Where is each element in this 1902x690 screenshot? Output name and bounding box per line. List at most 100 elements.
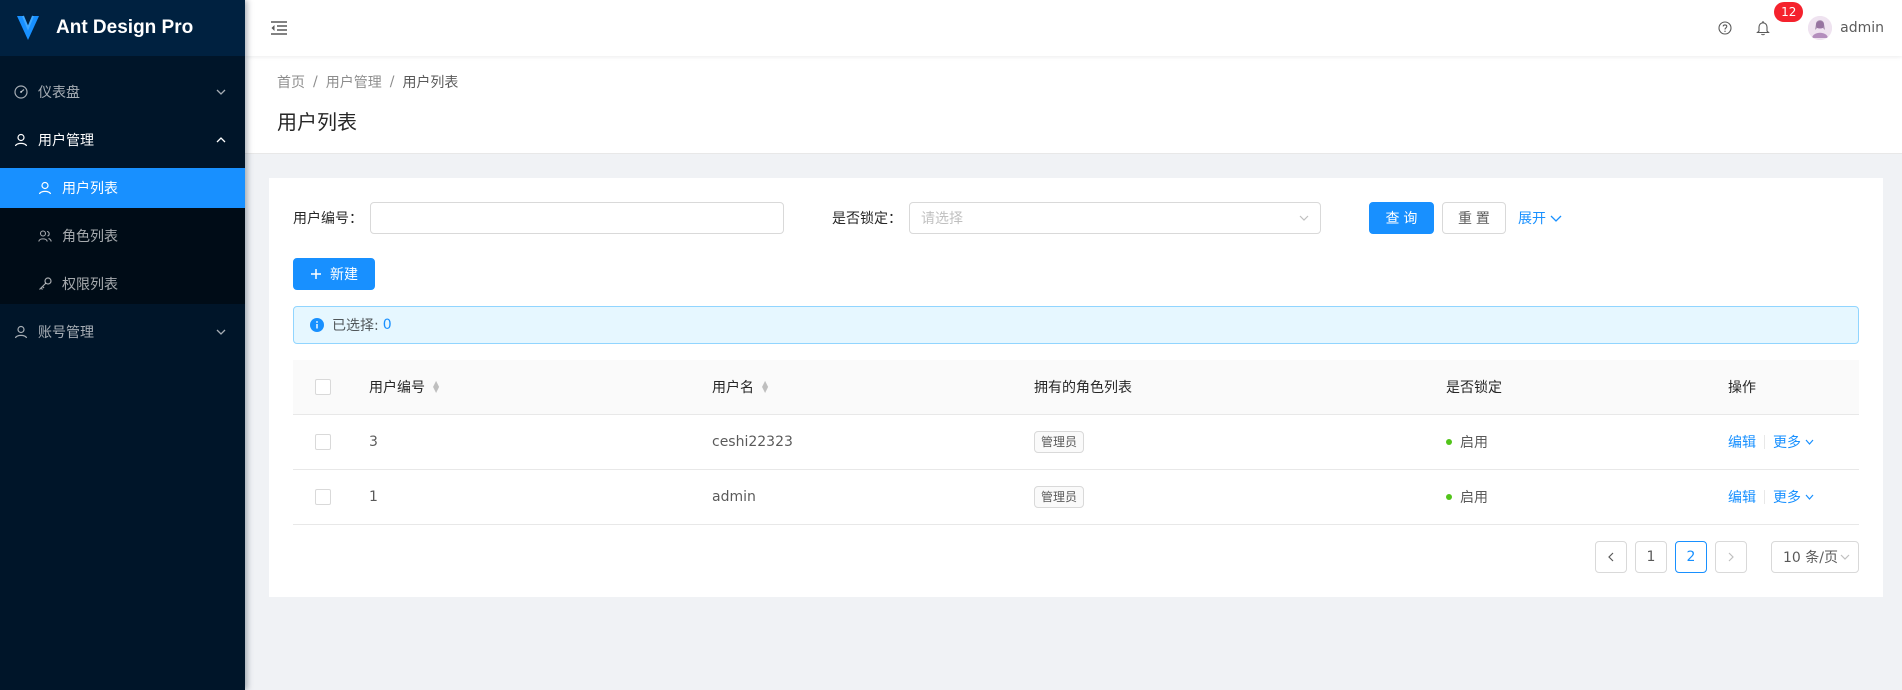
chevron-down-icon — [1805, 494, 1814, 500]
cell-actions: 编辑 更多 — [1712, 487, 1859, 507]
edit-link[interactable]: 编辑 — [1728, 432, 1756, 452]
cell-user-id: 1 — [369, 489, 378, 505]
chevron-left-icon — [1608, 552, 1614, 562]
sidebar-item-user-management[interactable]: 用户管理 — [0, 120, 245, 160]
ant-logo-icon — [14, 14, 42, 42]
breadcrumb: 首页 / 用户管理 / 用户列表 — [277, 72, 1870, 92]
sidebar-item-permission-list[interactable]: 权限列表 — [0, 264, 245, 304]
sidebar-item-dashboard[interactable]: 仪表盘 — [0, 72, 245, 112]
info-circle-icon — [310, 318, 324, 332]
sidebar-item-label: 用户管理 — [38, 133, 94, 149]
avatar — [1808, 16, 1833, 40]
locked-label: 是否锁定： — [832, 211, 902, 227]
column-header-roles: 拥有的角色列表 — [1018, 377, 1430, 397]
table-row: 3 ceshi22323 管理员 启用 编辑 更多 — [293, 415, 1859, 470]
status-dot — [1446, 439, 1452, 445]
content: 用户编号： 是否锁定： 请选择 查 询 重 置 展开 新建 已选择: 0 用户编… — [245, 154, 1902, 621]
app-root: Ant Design Pro 仪表盘 用户管理 用户列表 角色列表 权限列表 账… — [0, 0, 1902, 690]
notification-button[interactable]: 12 — [1744, 0, 1804, 56]
column-header-label: 是否锁定 — [1446, 380, 1502, 396]
chevron-down-icon — [215, 326, 227, 338]
column-header-label: 拥有的角色列表 — [1034, 380, 1132, 396]
query-button[interactable]: 查 询 — [1369, 202, 1434, 234]
user-id-input[interactable] — [370, 202, 784, 234]
row-checkbox-cell — [293, 489, 353, 505]
column-header-label: 用户名 — [712, 380, 754, 396]
role-tag: 管理员 — [1034, 486, 1085, 508]
row-checkbox[interactable] — [315, 434, 331, 450]
cell-actions: 编辑 更多 — [1712, 432, 1859, 452]
user-menu[interactable]: admin — [1796, 0, 1884, 56]
column-header-username[interactable]: 用户名 ▲ ▼ — [696, 377, 1018, 397]
row-checkbox[interactable] — [315, 489, 331, 505]
plus-icon — [310, 268, 322, 280]
side-menu: 仪表盘 用户管理 用户列表 角色列表 权限列表 账号管理 — [0, 56, 245, 352]
expand-link[interactable]: 展开 — [1518, 208, 1562, 228]
pagination-next[interactable] — [1715, 541, 1748, 573]
column-header-locked: 是否锁定 — [1430, 377, 1712, 397]
column-header-label: 用户编号 — [369, 380, 425, 396]
chevron-down-icon — [1805, 439, 1814, 445]
breadcrumb-separator: / — [389, 74, 395, 90]
top-header: 12 admin — [245, 0, 1902, 56]
key-icon — [38, 277, 52, 291]
cell-locked: 启用 — [1430, 432, 1712, 452]
sort-icon[interactable]: ▲ ▼ — [762, 380, 768, 394]
page-size-value: 10 条/页 — [1783, 550, 1838, 566]
sidebar-item-label: 账号管理 — [38, 325, 94, 341]
logo[interactable]: Ant Design Pro — [0, 0, 245, 56]
main-area: 12 admin 首页 / 用户管理 / 用户列表 用户列表 用户编号： 是否锁… — [245, 0, 1902, 690]
search-form: 用户编号： 是否锁定： 请选择 查 询 重 置 展开 — [293, 202, 1859, 234]
locked-select[interactable]: 请选择 — [909, 202, 1321, 234]
bell-icon — [1756, 20, 1770, 36]
sidebar-item-role-list[interactable]: 角色列表 — [0, 216, 245, 256]
table-toolbar: 新建 — [293, 258, 1859, 290]
column-header-user-id[interactable]: 用户编号 ▲ ▼ — [353, 377, 696, 397]
sidebar-item-label: 用户列表 — [62, 181, 118, 197]
page-size-select[interactable]: 10 条/页 — [1771, 541, 1859, 573]
sidebar-item-label: 仪表盘 — [38, 85, 80, 101]
user-icon — [14, 325, 28, 339]
sidebar-item-account-management[interactable]: 账号管理 — [0, 312, 245, 352]
reset-button[interactable]: 重 置 — [1442, 202, 1506, 234]
status-text: 启用 — [1460, 490, 1488, 506]
cell-roles: 管理员 — [1018, 431, 1430, 453]
more-label: 更多 — [1773, 435, 1801, 451]
sidebar: Ant Design Pro 仪表盘 用户管理 用户列表 角色列表 权限列表 账… — [0, 0, 245, 690]
pagination-page-2[interactable]: 2 — [1675, 541, 1708, 573]
sidebar-item-label: 权限列表 — [62, 277, 118, 293]
question-circle-icon[interactable] — [1706, 0, 1744, 56]
more-dropdown[interactable]: 更多 — [1773, 487, 1814, 507]
chevron-right-icon — [1728, 552, 1734, 562]
breadcrumb-item-home[interactable]: 首页 — [277, 72, 305, 92]
breadcrumb-item-current: 用户列表 — [402, 75, 459, 91]
table-card: 用户编号： 是否锁定： 请选择 查 询 重 置 展开 新建 已选择: 0 用户编… — [269, 178, 1883, 597]
edit-link[interactable]: 编辑 — [1728, 487, 1756, 507]
more-dropdown[interactable]: 更多 — [1773, 432, 1814, 452]
sort-icon[interactable]: ▲ ▼ — [433, 380, 439, 394]
chevron-down-icon — [1299, 215, 1309, 221]
cell-roles: 管理员 — [1018, 486, 1430, 508]
page-header: 首页 / 用户管理 / 用户列表 用户列表 — [245, 56, 1902, 154]
new-button[interactable]: 新建 — [293, 258, 375, 290]
pagination-page-1[interactable]: 1 — [1635, 541, 1668, 573]
chevron-down-icon — [1840, 554, 1850, 560]
selection-count: 0 — [382, 317, 392, 333]
team-icon — [38, 229, 52, 243]
pagination-prev[interactable] — [1595, 541, 1628, 573]
header-actions: 12 admin — [1706, 0, 1884, 56]
app-title: Ant Design Pro — [56, 17, 194, 38]
column-header-actions: 操作 — [1712, 377, 1859, 397]
user-id-label: 用户编号： — [293, 211, 363, 227]
role-tag: 管理员 — [1034, 431, 1085, 453]
cell-username: admin — [712, 489, 756, 505]
cell-locked: 启用 — [1430, 487, 1712, 507]
menu-fold-icon[interactable] — [269, 18, 289, 38]
user-icon — [38, 181, 52, 195]
sidebar-item-user-list[interactable]: 用户列表 — [0, 168, 245, 208]
selection-label: 已选择: — [332, 318, 379, 334]
cell-username: ceshi22323 — [712, 434, 793, 450]
locked-select-placeholder: 请选择 — [921, 211, 963, 227]
select-all-checkbox[interactable] — [315, 379, 331, 395]
breadcrumb-item-user-management[interactable]: 用户管理 — [326, 72, 382, 92]
